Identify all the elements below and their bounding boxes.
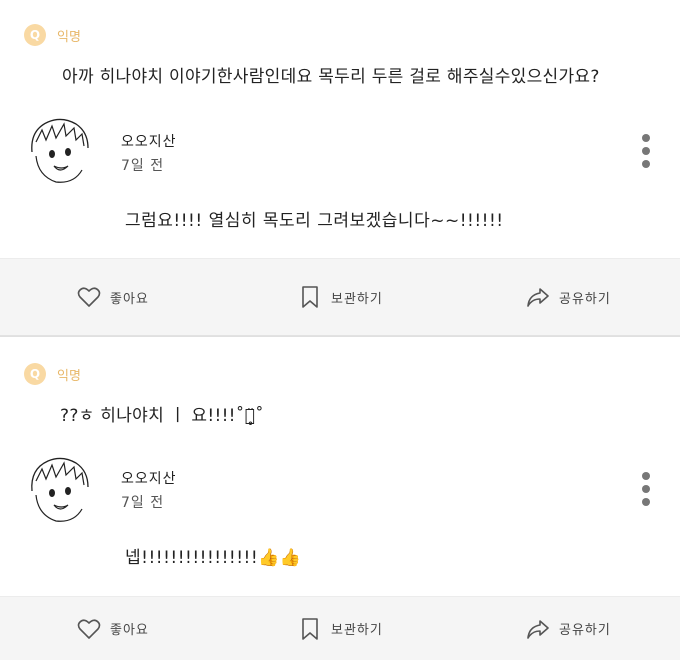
- share-label: 공유하기: [559, 623, 611, 638]
- more-options-icon[interactable]: [639, 472, 653, 506]
- question-text: 아까 히나야치 이야기한사람인데요 목두리 두른 걸로 해주실수있으신가요?: [62, 67, 600, 87]
- like-label: 좋아요: [110, 623, 149, 638]
- post-date: 7일 전: [121, 495, 165, 511]
- heart-icon: [76, 284, 102, 310]
- action-bar: 좋아요 보관하기 공유하기: [0, 258, 680, 336]
- qa-card: Q 익명 ??ㅎ 히나야치 ㅣ 요!!!!˚ㅎ̥̈˚ 오오지산 7일 전 넵!!…: [0, 337, 680, 597]
- bookmark-icon: [297, 616, 323, 642]
- like-button[interactable]: 좋아요: [76, 597, 149, 660]
- save-button[interactable]: 보관하기: [297, 259, 383, 335]
- answer-text: 그럼요!!!! 열심히 목도리 그려보겠습니다~~!!!!!!: [125, 211, 504, 231]
- post-date: 7일 전: [121, 158, 165, 174]
- question-badge-icon: Q: [24, 363, 46, 385]
- qa-card: Q 익명 아까 히나야치 이야기한사람인데요 목두리 두른 걸로 해주실수있으신…: [0, 0, 680, 258]
- question-text: ??ㅎ 히나야치 ㅣ 요!!!!˚ㅎ̥̈˚: [60, 406, 264, 426]
- author-name[interactable]: 오오지산: [121, 131, 177, 151]
- heart-icon: [76, 616, 102, 642]
- share-button[interactable]: 공유하기: [525, 597, 611, 660]
- share-arrow-icon: [525, 284, 551, 310]
- like-button[interactable]: 좋아요: [76, 259, 149, 335]
- answer-text: 넵!!!!!!!!!!!!!!!!👍👍: [125, 548, 302, 568]
- save-label: 보관하기: [331, 291, 383, 307]
- share-label: 공유하기: [559, 291, 611, 307]
- author-name[interactable]: 오오지산: [121, 468, 177, 488]
- question-badge-icon: Q: [24, 24, 46, 46]
- author-avatar[interactable]: [22, 451, 98, 527]
- anonymous-label: 익명: [57, 30, 81, 45]
- like-label: 좋아요: [110, 291, 149, 307]
- more-options-icon[interactable]: [639, 134, 653, 168]
- share-button[interactable]: 공유하기: [525, 259, 611, 335]
- anonymous-label: 익명: [57, 369, 81, 384]
- bookmark-icon: [297, 284, 323, 310]
- save-button[interactable]: 보관하기: [297, 597, 383, 660]
- author-avatar[interactable]: [22, 112, 98, 188]
- action-bar: 좋아요 보관하기 공유하기: [0, 596, 680, 660]
- share-arrow-icon: [525, 616, 551, 642]
- save-label: 보관하기: [331, 623, 383, 638]
